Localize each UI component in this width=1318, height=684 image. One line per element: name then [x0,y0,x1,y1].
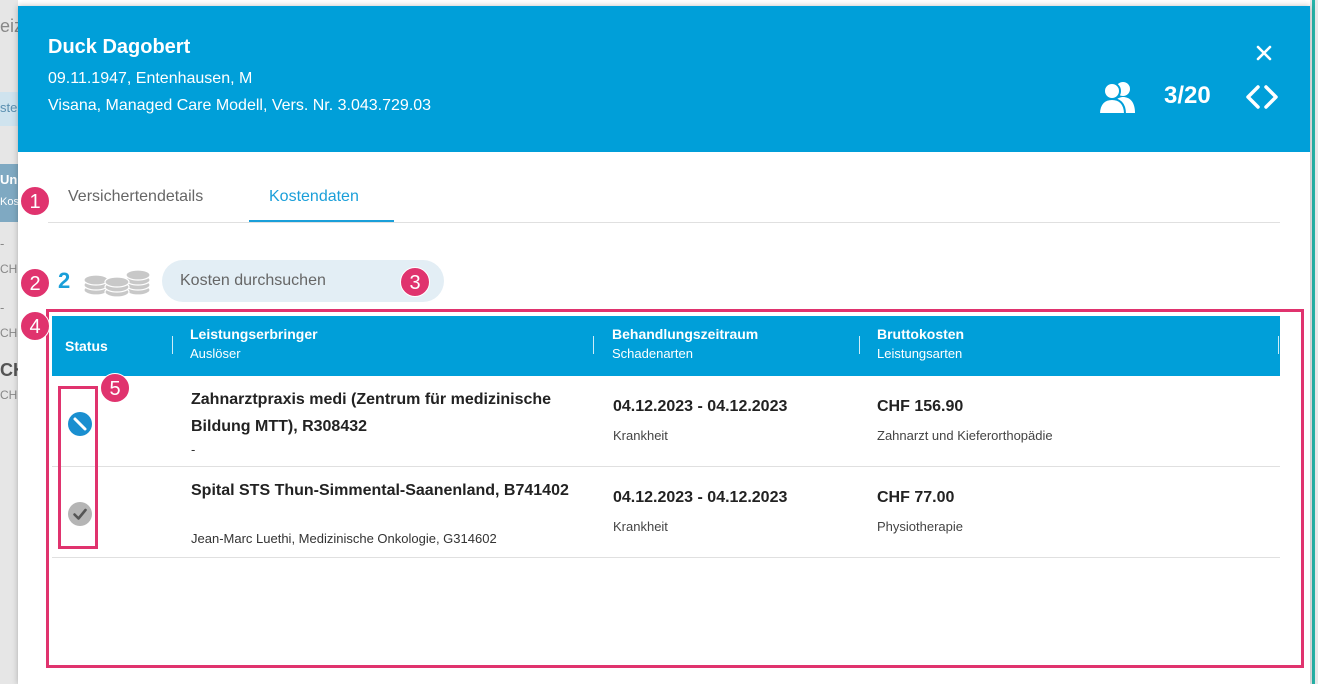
background-fragment: Un [0,172,18,187]
background-fragment: Kos [0,196,18,208]
annotation-marker-4: 4 [20,311,50,341]
tab-kostendaten[interactable]: Kostendaten [269,188,359,206]
annotation-frame-table [46,309,1304,668]
annotation-frame-status [58,386,98,549]
patient-birth-info: 09.11.1947, Entenhausen, M [48,70,253,87]
annotation-marker-2: 2 [20,268,50,298]
patient-name: Duck Dagobert [48,36,191,58]
right-edge [1310,0,1318,684]
coins-icon [83,269,151,298]
cost-count: 2 [58,268,71,293]
background-fragment: ste [0,100,18,115]
background-fragment: CHI [0,262,18,276]
annotation-marker-5: 5 [100,373,130,403]
background-fragment: CHI [0,326,18,340]
tab-versichertendetails[interactable]: Versichertendetails [68,188,203,206]
annotation-marker-1: 1 [20,186,50,216]
chevron-left-right-icon[interactable] [1244,83,1280,111]
patient-counter: 3/20 [1164,82,1211,109]
background-page: eiz ste Un Kos - CHI - CHI CH CHF [0,0,18,684]
background-fragment: eiz [0,16,18,36]
tab-bar: Versichertendetails Kostendaten [48,180,1280,223]
close-icon[interactable] [1253,42,1275,64]
background-fragment: - [0,300,5,315]
background-fragment: - [0,236,5,251]
background-fragment: CHF [0,388,18,402]
right-edge-accent [1312,0,1315,684]
background-fragment: CH [0,360,18,380]
active-tab-indicator [249,220,394,222]
dialog-header: Duck Dagobert 09.11.1947, Entenhausen, M… [18,6,1310,152]
users-icon [1098,82,1135,115]
patient-insurance-info: Visana, Managed Care Modell, Vers. Nr. 3… [48,97,432,114]
annotation-marker-3: 3 [400,267,430,297]
